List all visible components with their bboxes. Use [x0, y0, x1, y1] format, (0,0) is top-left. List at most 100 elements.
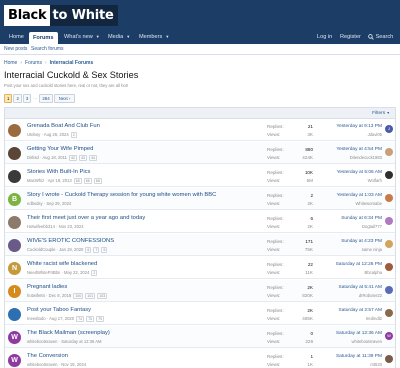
thread-date[interactable]: Dec 8, 2018 [49, 293, 72, 298]
thread-author[interactable]: edbsdsy [27, 201, 43, 206]
thread-author[interactable]: whitebootsraven [27, 362, 58, 367]
avatar[interactable] [8, 170, 21, 183]
thread-row[interactable]: Getting Your Wife Pimped Dirksd · Aug 18… [5, 142, 395, 164]
thread-date[interactable]: Aug 17, 2020 [49, 316, 74, 321]
new-posts-link[interactable]: New posts [4, 44, 27, 55]
last-post-user[interactable]: whitebootsraven [352, 339, 383, 344]
thread-author[interactable]: CuckoldCouple [27, 247, 55, 252]
last-post-user[interactable]: Iredmdl2 [366, 316, 382, 321]
thread-page-link[interactable]: 100 [73, 293, 84, 299]
avatar[interactable] [8, 124, 21, 137]
thread-date[interactable]: Jan 19, 2020 [59, 247, 83, 252]
last-post-user[interactable]: Jdavi05 [368, 132, 382, 137]
thread-date[interactable]: Nov 23, 2024 [59, 224, 84, 229]
thread-title[interactable]: White racist wife blackened [27, 261, 97, 267]
thread-page-link[interactable]: 6 [85, 247, 92, 253]
thread-page-link[interactable]: 74 [76, 316, 85, 322]
thread-page-link[interactable]: 9 [101, 247, 108, 253]
last-poster-avatar[interactable] [385, 194, 393, 202]
thread-title[interactable]: Grenada Boat And Club Fun [27, 123, 100, 129]
last-post-user[interactable]: Ditendecuck1983 [350, 155, 382, 160]
last-post-user[interactable]: same ninja [362, 247, 382, 252]
last-post-user[interactable]: Bbcalpha [365, 270, 382, 275]
search-forums-link[interactable]: Search forums [31, 44, 64, 55]
nav-media[interactable]: Media ▼ [108, 30, 130, 44]
thread-title[interactable]: Post your Taboo Fantasy [27, 307, 91, 313]
nav-home[interactable]: Home [9, 30, 24, 44]
last-post-user[interactable]: Dogtail777 [362, 224, 382, 229]
nav-members[interactable]: Members ▼ [139, 30, 169, 44]
avatar[interactable]: N [8, 262, 21, 275]
avatar[interactable] [8, 147, 21, 160]
breadcrumb-forums[interactable]: Forums [25, 60, 42, 66]
thread-page-link[interactable]: 68 [93, 178, 102, 184]
thread-page-link[interactable]: 75 [86, 316, 95, 322]
thread-title[interactable]: The Conversion [27, 353, 68, 359]
breadcrumb-home[interactable]: Home [4, 60, 17, 66]
last-post-date[interactable]: Yesterday at 5:06 AM [337, 170, 382, 175]
thread-author[interactable]: Ineedtodo [27, 316, 46, 321]
thread-row[interactable]: WIVE'S EROTIC CONFESSIONS CuckoldCouple … [5, 234, 395, 256]
avatar[interactable] [8, 216, 21, 229]
last-poster-avatar[interactable] [385, 217, 393, 225]
thread-page-link[interactable]: 43 [78, 155, 87, 161]
thread-page-link[interactable]: 42 [68, 155, 77, 161]
last-poster-avatar[interactable] [385, 263, 393, 271]
nav-whats-new[interactable]: What's new ▼ [64, 30, 100, 44]
avatar[interactable]: W [8, 331, 21, 344]
thread-row[interactable]: Their first meet just over a year ago an… [5, 211, 395, 233]
last-poster-avatar[interactable]: W [385, 332, 393, 340]
thread-page-link[interactable]: 2 [70, 132, 77, 138]
last-poster-avatar[interactable] [385, 148, 393, 156]
last-poster-avatar[interactable] [385, 171, 393, 179]
thread-page-link[interactable]: 103 [97, 293, 108, 299]
last-post-user[interactable]: drRoboter22 [359, 293, 382, 298]
avatar[interactable]: I [8, 285, 21, 298]
thread-author[interactable]: Uteboy [27, 132, 40, 137]
thread-row[interactable]: Grenada Boat And Club Fun Uteboy · Aug 2… [5, 119, 395, 141]
thread-author[interactable]: MacWhiz [27, 178, 44, 183]
thread-date[interactable]: Aug 18, 2011 [42, 155, 67, 160]
thread-author[interactable]: Hotwifeebb314 [27, 224, 55, 229]
thread-date[interactable]: May 22, 2024 [64, 270, 89, 275]
last-post-date[interactable]: Yesterday at 4:54 PM [336, 147, 382, 152]
thread-row[interactable]: B Story I wrote - Cuckold Therapy sessio… [5, 188, 395, 210]
avatar[interactable]: W [8, 354, 21, 367]
site-logo[interactable]: Black to White [4, 5, 118, 26]
thread-date[interactable]: Nov 19, 2024 [61, 362, 86, 367]
last-poster-avatar[interactable] [385, 309, 393, 317]
filters-button[interactable]: Filters ▼ [372, 108, 390, 119]
last-poster-avatar[interactable] [385, 355, 393, 363]
thread-author[interactable]: hotwife84 [27, 293, 45, 298]
last-post-date[interactable]: Yesterday at 1:03 AM [337, 193, 382, 198]
last-post-user[interactable]: mt533 [370, 362, 382, 367]
thread-row[interactable]: W The Conversion whitebootsraven · Nov 1… [5, 349, 395, 368]
breadcrumb-interracial-forums[interactable]: Interracial Forums [50, 60, 94, 66]
page-link[interactable]: 2 [13, 94, 22, 103]
last-post-date[interactable]: Sunday at 6:34 PM [341, 216, 382, 221]
login-link[interactable]: Log in [317, 30, 332, 44]
page-link[interactable]: 1 [4, 94, 13, 103]
page-link[interactable]: 3 [22, 94, 32, 103]
avatar[interactable]: B [8, 193, 21, 206]
thread-row[interactable]: W The Black Mailman (screenplay) whitebo… [5, 326, 395, 348]
last-post-date[interactable]: Sunday at 4:23 PM [341, 239, 382, 244]
thread-date[interactable]: Sep 29, 2024 [46, 201, 71, 206]
avatar[interactable] [8, 308, 21, 321]
thread-date[interactable]: Apr 18, 2013 [48, 178, 72, 183]
thread-date[interactable]: Saturday at 12:36 AM [61, 339, 101, 344]
thread-author[interactable]: Dirksd [27, 155, 39, 160]
thread-title[interactable]: The Black Mailman (screenplay) [27, 330, 110, 336]
last-post-date[interactable]: Saturday at 12:26 PM [336, 262, 382, 267]
thread-author[interactable]: whitebootsraven [27, 339, 58, 344]
last-post-date[interactable]: Saturday at 5:41 AM [339, 285, 382, 290]
thread-title[interactable]: Story I wrote - Cuckold Therapy session … [27, 192, 216, 198]
thread-title[interactable]: Pregnant ladies [27, 284, 67, 290]
thread-title[interactable]: Their first meet just over a year ago an… [27, 215, 145, 221]
thread-title[interactable]: Stories With Built-In Pics [27, 169, 90, 175]
thread-row[interactable]: Post your Taboo Fantasy Ineedtodo · Aug … [5, 303, 395, 325]
page-link-last[interactable]: 284 [39, 94, 53, 103]
last-post-date[interactable]: Yesterday at 9:13 PM [336, 124, 382, 129]
thread-page-link[interactable]: 44 [88, 155, 97, 161]
avatar[interactable] [8, 239, 21, 252]
